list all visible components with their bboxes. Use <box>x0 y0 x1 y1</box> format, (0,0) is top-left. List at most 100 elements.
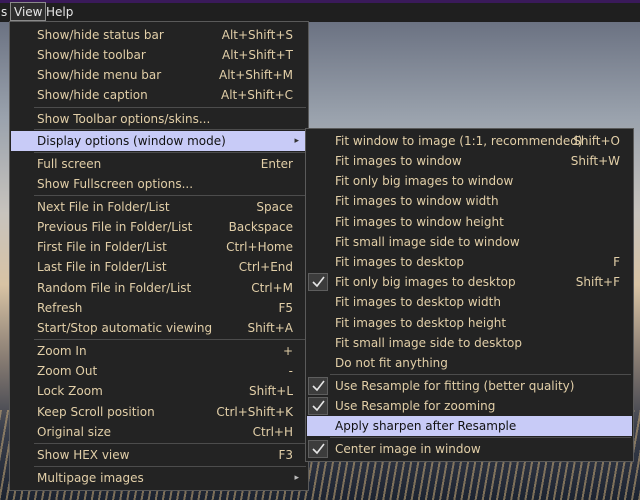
menu-item-zoom-out[interactable]: Zoom Out - <box>11 361 307 381</box>
menu-item-shortcut: + <box>282 344 293 358</box>
menu-separator <box>34 129 306 130</box>
menu-item-shortcut: Space <box>256 200 293 214</box>
menu-item-label: Keep Scroll position <box>37 405 155 419</box>
menu-item-label: Fit images to desktop height <box>335 316 507 330</box>
menu-partial-item[interactable]: s <box>0 3 10 22</box>
submenu-item-fit-small-side-desktop[interactable]: Fit small image side to desktop <box>307 333 632 353</box>
menu-separator <box>34 339 306 340</box>
submenu-item-center-image[interactable]: Center image in window <box>307 439 632 459</box>
menu-item-refresh[interactable]: Refresh F5 <box>11 298 307 318</box>
menu-item-label: Fit only big images to desktop <box>335 275 516 289</box>
submenu-item-fit-window-height[interactable]: Fit images to window height <box>307 212 632 232</box>
menu-item-label: Do not fit anything <box>335 356 448 370</box>
submenu-item-fit-images-to-desktop[interactable]: Fit images to desktop F <box>307 252 632 272</box>
menu-item-label: Last File in Folder/List <box>37 260 167 274</box>
menu-item-label: Next File in Folder/List <box>37 200 170 214</box>
menu-item-automatic-viewing[interactable]: Start/Stop automatic viewing Shift+A <box>11 318 307 338</box>
menu-item-label: Fit only big images to window <box>335 174 514 188</box>
menu-help[interactable]: Help <box>43 3 76 22</box>
menu-item-shortcut: - <box>288 364 293 378</box>
chevron-right-icon: ▸ <box>294 473 299 483</box>
submenu-item-fit-desktop-width[interactable]: Fit images to desktop width <box>307 292 632 312</box>
submenu-item-fit-desktop-height[interactable]: Fit images to desktop height <box>307 313 632 333</box>
menu-item-label: Show/hide status bar <box>37 28 164 42</box>
menu-separator <box>34 443 306 444</box>
menu-item-next-file[interactable]: Next File in Folder/List Space <box>11 197 307 217</box>
menu-item-label: Full screen <box>37 157 102 171</box>
menu-item-hex-view[interactable]: Show HEX view F3 <box>11 445 307 465</box>
menu-item-label: Apply sharpen after Resample <box>335 419 517 433</box>
submenu-item-resample-fitting[interactable]: Use Resample for fitting (better quality… <box>307 376 632 396</box>
submenu-item-fit-big-to-window[interactable]: Fit only big images to window <box>307 171 632 191</box>
menu-item-label: Random File in Folder/List <box>37 281 192 295</box>
menu-item-label: Previous File in Folder/List <box>37 220 193 234</box>
menu-item-label: Refresh <box>37 301 83 315</box>
submenu-item-do-not-fit[interactable]: Do not fit anything <box>307 353 632 373</box>
menu-item-first-file[interactable]: First File in Folder/List Ctrl+Home <box>11 237 307 257</box>
menu-item-lock-zoom[interactable]: Lock Zoom Shift+L <box>11 381 307 401</box>
menu-item-shortcut: Shift+A <box>247 321 293 335</box>
menu-item-shortcut: Shift+F <box>575 275 620 289</box>
check-icon <box>308 273 328 291</box>
menu-separator <box>34 195 306 196</box>
view-menu: Show/hide status bar Alt+Shift+S Show/hid… <box>9 21 309 491</box>
submenu-item-resample-zooming[interactable]: Use Resample for zooming <box>307 396 632 416</box>
menu-item-random-file[interactable]: Random File in Folder/List Ctrl+M <box>11 278 307 298</box>
menu-item-show-hide-caption[interactable]: Show/hide caption Alt+Shift+C <box>11 85 307 105</box>
menu-item-keep-scroll[interactable]: Keep Scroll position Ctrl+Shift+K <box>11 402 307 422</box>
menu-item-shortcut: Ctrl+End <box>238 260 293 274</box>
menu-item-label: Fit images to desktop <box>335 255 465 269</box>
submenu-item-fit-big-to-desktop[interactable]: Fit only big images to desktop Shift+F <box>307 272 632 292</box>
menu-item-zoom-in[interactable]: Zoom In + <box>11 341 307 361</box>
submenu-item-apply-sharpen[interactable]: Apply sharpen after Resample <box>307 416 632 436</box>
menu-separator <box>330 374 631 375</box>
submenu-item-fit-images-to-window[interactable]: Fit images to window Shift+W <box>307 151 632 171</box>
menu-item-label: Use Resample for fitting (better quality… <box>335 379 575 393</box>
menu-separator <box>330 437 631 438</box>
menu-item-label: Fit images to window height <box>335 215 504 229</box>
menu-item-shortcut: Backspace <box>228 220 293 234</box>
submenu-item-fit-window-to-image[interactable]: Fit window to image (1:1, recommended) Sh… <box>307 131 632 151</box>
menu-item-display-options[interactable]: Display options (window mode) ▸ <box>11 131 307 151</box>
menu-item-shortcut: Alt+Shift+S <box>221 28 293 42</box>
menu-item-shortcut: Alt+Shift+M <box>219 68 293 82</box>
menu-item-full-screen[interactable]: Full screen Enter <box>11 154 307 174</box>
menu-item-label: Fit images to window <box>335 154 462 168</box>
menu-item-label: Zoom Out <box>37 364 98 378</box>
menu-item-show-hide-status-bar[interactable]: Show/hide status bar Alt+Shift+S <box>11 25 307 45</box>
menu-item-original-size[interactable]: Original size Ctrl+H <box>11 422 307 442</box>
menu-view[interactable]: View <box>10 2 47 21</box>
check-icon <box>308 377 328 395</box>
menu-item-label: Fit small image side to window <box>335 235 520 249</box>
menu-separator <box>34 107 306 108</box>
menu-item-show-hide-toolbar[interactable]: Show/hide toolbar Alt+Shift+T <box>11 45 307 65</box>
display-options-submenu: Fit window to image (1:1, recommended) Sh… <box>305 128 634 462</box>
check-icon <box>308 397 328 415</box>
menu-item-previous-file[interactable]: Previous File in Folder/List Backspace <box>11 217 307 237</box>
menu-item-shortcut: Shift+O <box>573 134 620 148</box>
menu-item-shortcut: Ctrl+Shift+K <box>216 405 293 419</box>
menu-item-fullscreen-options[interactable]: Show Fullscreen options... <box>11 174 307 194</box>
menu-separator <box>34 466 306 467</box>
menu-item-last-file[interactable]: Last File in Folder/List Ctrl+End <box>11 257 307 277</box>
menu-item-label: Show/hide caption <box>37 88 148 102</box>
submenu-item-fit-small-side-window[interactable]: Fit small image side to window <box>307 232 632 252</box>
menu-item-label: Fit window to image (1:1, recommended) <box>335 134 583 148</box>
menu-item-label: Show HEX view <box>37 448 130 462</box>
menu-item-label: Multipage images <box>37 471 144 485</box>
menu-item-label: Center image in window <box>335 442 481 456</box>
menu-item-multipage-images[interactable]: Multipage images ▸ <box>11 468 307 488</box>
menu-item-label: Fit images to desktop width <box>335 295 501 309</box>
menu-item-shortcut: Ctrl+H <box>252 425 293 439</box>
menu-item-label: Show/hide toolbar <box>37 48 146 62</box>
menu-item-show-hide-menu-bar[interactable]: Show/hide menu bar Alt+Shift+M <box>11 65 307 85</box>
menu-item-shortcut: F3 <box>278 448 293 462</box>
menu-item-shortcut: Ctrl+Home <box>226 240 293 254</box>
chevron-right-icon: ▸ <box>294 136 299 146</box>
submenu-item-fit-window-width[interactable]: Fit images to window width <box>307 191 632 211</box>
menu-item-shortcut: Shift+W <box>570 154 620 168</box>
menu-item-label: Use Resample for zooming <box>335 399 496 413</box>
menu-item-label: Show Fullscreen options... <box>37 177 194 191</box>
menu-item-toolbar-options[interactable]: Show Toolbar options/skins... <box>11 109 307 129</box>
menu-item-label: Display options (window mode) <box>37 134 226 148</box>
